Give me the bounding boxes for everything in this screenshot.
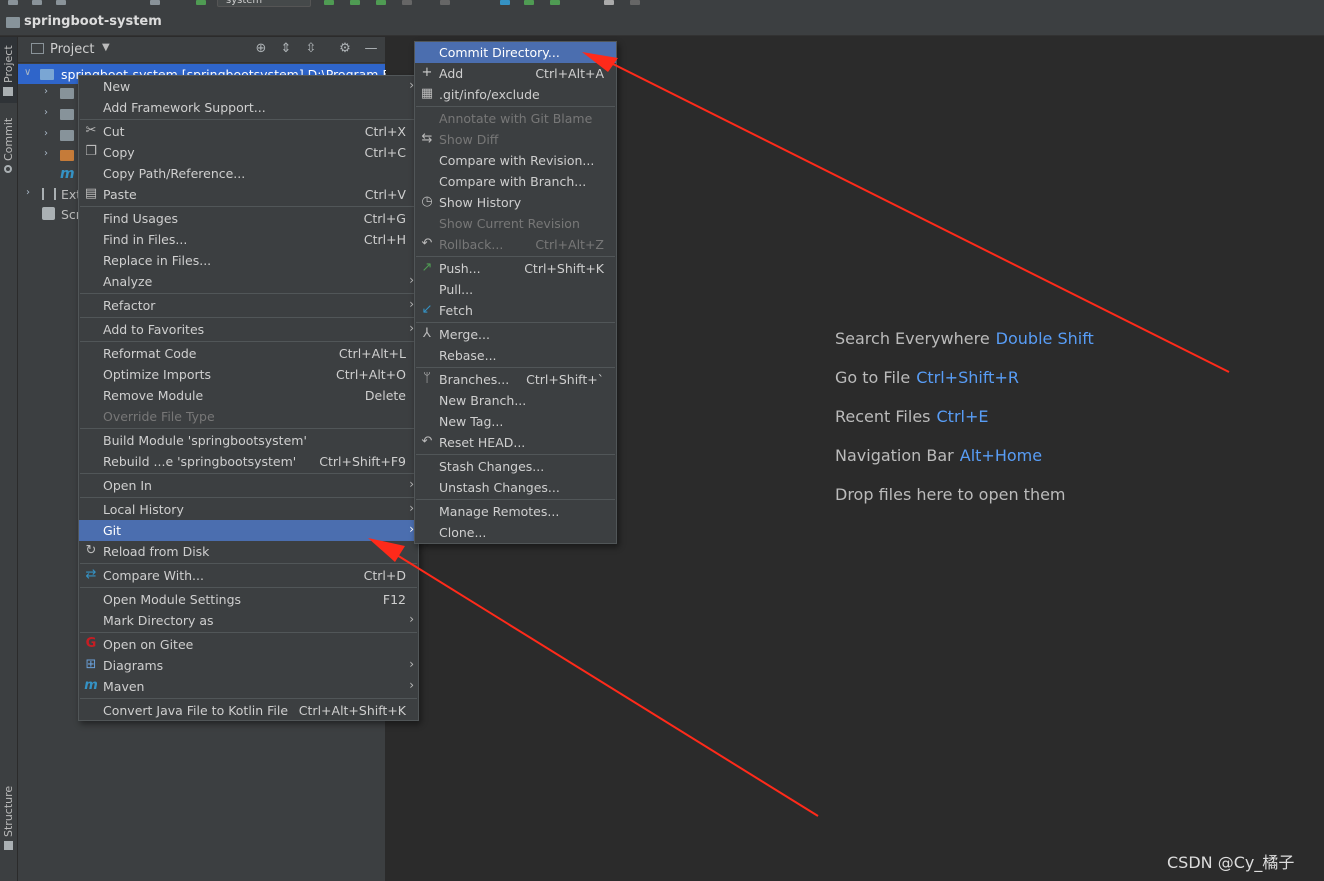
- annotation-arrows: [368, 52, 1230, 817]
- arrow-to-commit-directory: [582, 52, 1230, 373]
- arrow-to-git-menu: [368, 538, 819, 817]
- watermark: CSDN @Cy_橘子: [1167, 853, 1295, 872]
